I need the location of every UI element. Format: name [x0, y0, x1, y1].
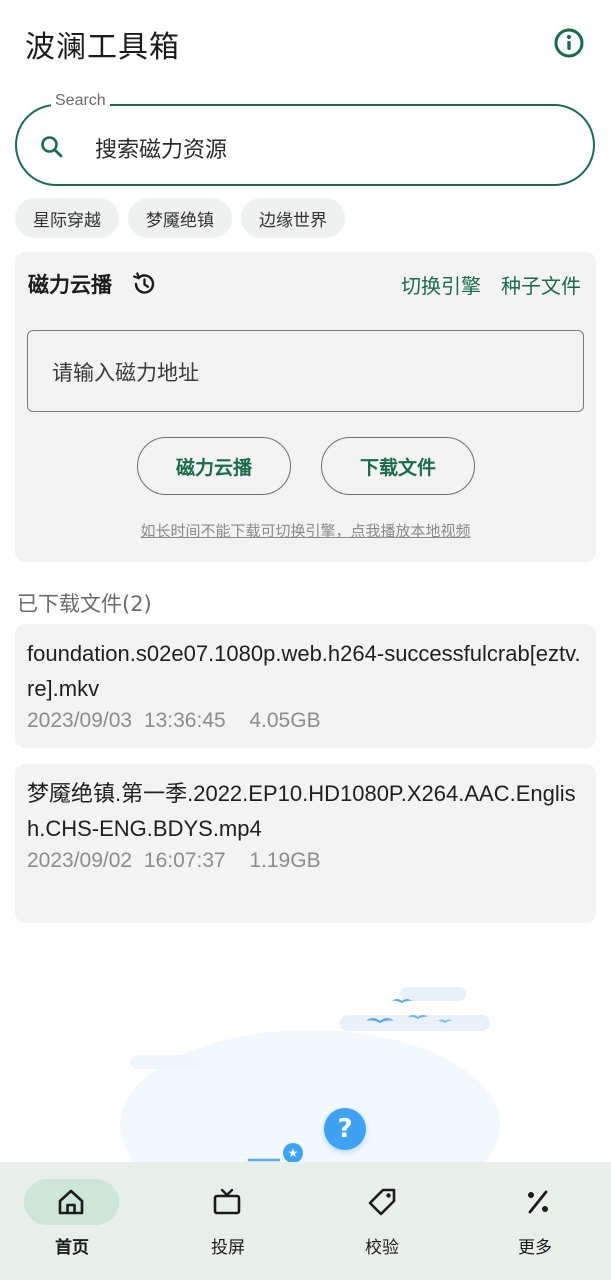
torrent-file-link[interactable]: 种子文件: [501, 270, 581, 299]
nav-item-home[interactable]: 首页: [0, 1162, 152, 1280]
nav-item-cast[interactable]: 投屏: [152, 1162, 304, 1280]
magnet-play-card: 磁力云播 切换引擎 种子文件 请输入磁力地址 磁力云播 下载文件 如长时间不能下…: [15, 252, 596, 562]
nav-label: 校验: [365, 1238, 399, 1258]
chip[interactable]: 梦魇绝镇: [128, 198, 232, 238]
file-date: 2023/09/02 16:07:37: [27, 849, 226, 872]
download-file-button[interactable]: 下载文件: [321, 437, 475, 495]
magnet-input[interactable]: 请输入磁力地址: [27, 330, 584, 412]
file-meta: 2023/09/03 13:36:45 4.05GB: [27, 706, 584, 736]
downloads-title: 已下载文件(2): [17, 592, 152, 616]
chip[interactable]: 边缘世界: [241, 198, 345, 238]
nav-label: 首页: [55, 1238, 89, 1258]
sky-illustration: [120, 987, 500, 1165]
tag-icon: [368, 1188, 396, 1216]
local-video-hint-link[interactable]: 如长时间不能下载可切换引擎，点我播放本地视频: [15, 520, 596, 541]
search-field[interactable]: Search 搜索磁力资源: [15, 92, 595, 186]
history-icon[interactable]: [131, 271, 157, 297]
file-name: foundation.s02e07.1080p.web.h264-success…: [27, 641, 581, 701]
search-placeholder[interactable]: 搜索磁力资源: [95, 132, 227, 164]
file-date: 2023/09/03 13:36:45: [27, 709, 226, 732]
percent-icon: [528, 1190, 548, 1214]
help-button[interactable]: ?: [324, 1108, 366, 1150]
downloaded-file-item[interactable]: 梦魇绝镇.第一季.2022.EP10.HD1080P.X264.AAC.Engl…: [15, 764, 596, 923]
search-icon: [41, 136, 63, 158]
nav-label: 更多: [518, 1238, 552, 1258]
nav-item-verify[interactable]: 校验: [306, 1162, 458, 1280]
bottom-navigation: 首页 投屏 校验 更多: [0, 1162, 611, 1280]
card-title: 磁力云播: [28, 273, 112, 297]
file-size: 4.05GB: [249, 709, 321, 732]
star-icon: ★: [283, 1143, 303, 1163]
nav-label: 投屏: [211, 1238, 245, 1258]
suggestion-chips: 星际穿越 梦魇绝镇 边缘世界: [15, 198, 345, 238]
info-icon[interactable]: [553, 27, 585, 59]
file-meta: 2023/09/02 16:07:37 1.19GB: [27, 846, 584, 876]
home-icon: [58, 1189, 84, 1215]
nav-item-more[interactable]: 更多: [459, 1162, 611, 1280]
chip[interactable]: 星际穿越: [15, 198, 119, 238]
app-title: 波澜工具箱: [25, 30, 180, 65]
magnet-input-placeholder: 请输入磁力地址: [52, 361, 199, 385]
cloud-play-button[interactable]: 磁力云播: [137, 437, 291, 495]
file-name: 梦魇绝镇.第一季.2022.EP10.HD1080P.X264.AAC.Engl…: [27, 781, 576, 841]
tv-icon: [213, 1188, 241, 1215]
downloaded-file-item[interactable]: foundation.s02e07.1080p.web.h264-success…: [15, 624, 596, 748]
search-label: Search: [51, 92, 110, 110]
switch-engine-link[interactable]: 切换引擎: [401, 270, 481, 299]
file-size: 1.19GB: [249, 849, 321, 872]
